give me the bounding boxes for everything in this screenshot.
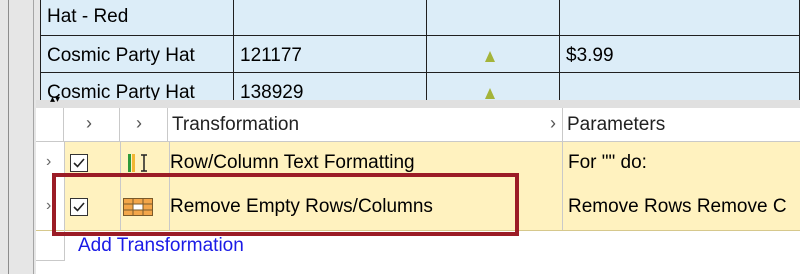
transformation-header: › › Transformation › Parameters [36, 108, 800, 142]
column-divider [562, 142, 563, 186]
header-icon-col[interactable]: › [120, 108, 168, 141]
column-divider [562, 186, 563, 230]
cell-price[interactable] [559, 0, 800, 36]
cell-price[interactable]: $3.99 [559, 35, 800, 73]
cell-id[interactable] [233, 0, 427, 36]
column-header-parameters: Parameters [567, 114, 666, 135]
warning-icon [485, 88, 495, 99]
header-transformation[interactable]: Transformation › [168, 108, 563, 141]
transformation-params: For "" do: [568, 152, 647, 173]
splitter-grip-icon[interactable]: ▴▾ [50, 95, 72, 105]
panel-splitter[interactable] [36, 100, 800, 108]
warning-icon [485, 51, 495, 62]
cell-id[interactable]: 121177 [233, 35, 427, 73]
frame-divider [8, 0, 9, 274]
cell-price[interactable] [559, 72, 800, 100]
data-grid: Hat - Red Cosmic Party Hat 121177 $3.99 … [40, 0, 800, 100]
cell-status[interactable] [426, 0, 560, 36]
chevron-right-icon[interactable]: › [550, 113, 556, 134]
chevron-right-icon[interactable]: › [46, 197, 51, 215]
chevron-right-icon[interactable]: › [46, 153, 51, 171]
transformation-label: Row/Column Text Formatting [170, 152, 415, 173]
chevron-right-icon[interactable]: › [136, 113, 142, 134]
table-row[interactable]: Cosmic Party Hat 121177 $3.99 [40, 35, 800, 73]
cell-id[interactable]: 138929 [233, 72, 427, 100]
add-transformation-link[interactable]: Add Transformation [78, 235, 244, 257]
cell-name[interactable]: Cosmic Party Hat [40, 35, 234, 73]
left-frame [0, 0, 40, 274]
table-row[interactable]: Hat - Red [40, 0, 800, 36]
header-expand[interactable]: › [64, 108, 120, 141]
row-enabled-checkbox[interactable] [70, 154, 88, 172]
highlight-box [52, 173, 519, 236]
header-parameters[interactable]: Parameters [563, 108, 800, 141]
frame-divider [33, 0, 34, 274]
chevron-right-icon[interactable]: › [86, 113, 92, 134]
text-format-icon [127, 152, 149, 174]
cell-status[interactable] [426, 35, 560, 73]
table-row[interactable]: Cosmic Party Hat 138929 [40, 72, 800, 100]
cell-name[interactable]: Hat - Red [40, 0, 234, 36]
cell-status[interactable] [426, 72, 560, 100]
column-header-transformation: Transformation [172, 114, 300, 135]
transformation-params: Remove Rows Remove C [568, 196, 787, 217]
header-gutter [36, 108, 64, 141]
